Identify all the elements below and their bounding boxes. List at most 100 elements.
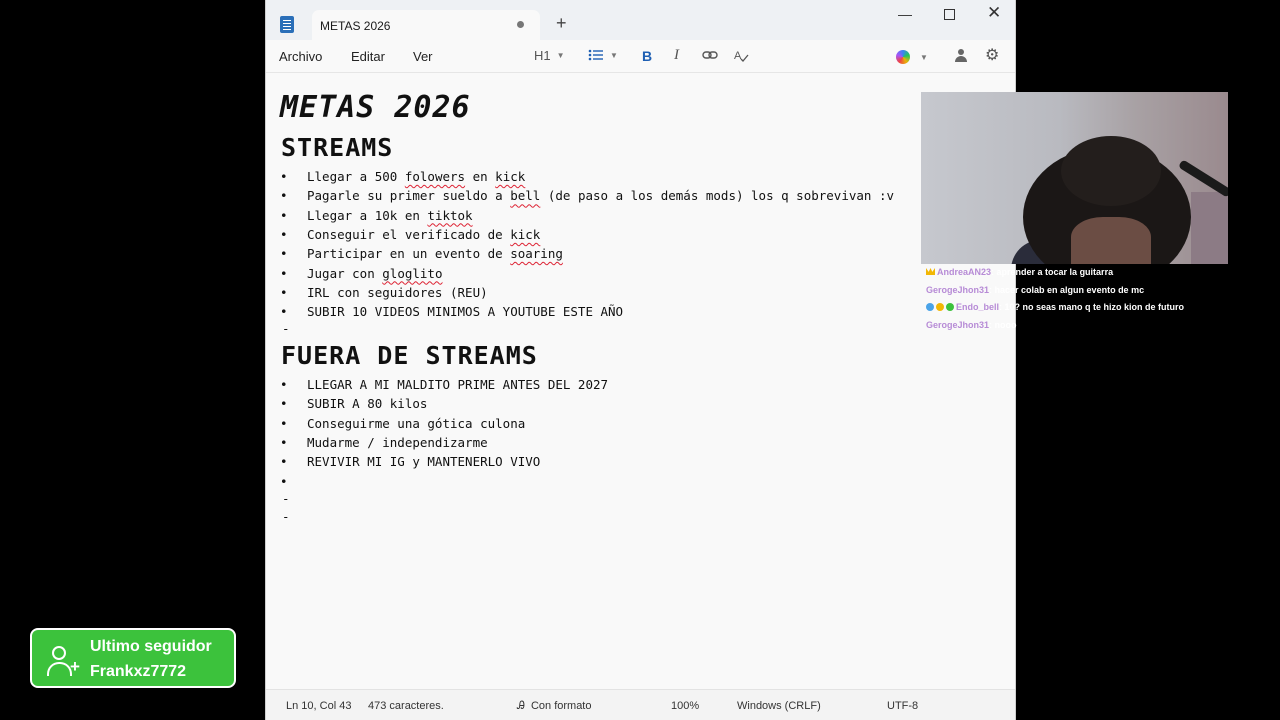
bullet-icon: • xyxy=(280,304,288,320)
fuera-list-item: • xyxy=(280,472,307,491)
bullet-icon: • xyxy=(280,265,288,281)
chat-username: Endo_bell xyxy=(956,302,1000,312)
title-bar: METAS 2026 + — ✕ xyxy=(266,0,1015,40)
chat-text: : nooo xyxy=(989,319,1017,330)
crown-badge-icon xyxy=(926,268,935,275)
section-heading-fuera: FUERA DE STREAMS xyxy=(281,341,538,370)
svg-text:A: A xyxy=(734,50,742,62)
streams-list-item: • Llegar a 10k en tiktok xyxy=(280,206,473,225)
notepad-app-icon xyxy=(280,16,294,33)
streams-list-item: • Participar en un evento de soaring xyxy=(280,244,563,263)
streams-list-item: • Llegar a 500 folowers en kick xyxy=(280,167,525,186)
list-text: SUBIR 10 VIDEOS MINIMOS A YOUTUBE ESTE A… xyxy=(307,304,624,320)
settings-gear-icon[interactable]: ⚙ xyxy=(985,45,999,65)
misspelled-word: kick xyxy=(495,169,526,184)
webcam-person-hair-top xyxy=(1061,136,1161,206)
chat-username: GerogeJhon31 xyxy=(926,319,990,330)
fuera-list-item: • LLEGAR A MI MALDITO PRIME ANTES DEL 202… xyxy=(280,375,608,394)
status-bar: Ln 10, Col 43 473 caracteres. Ꭿ Con forma… xyxy=(266,689,1015,720)
heading-dropdown[interactable]: H1 ▼ xyxy=(534,48,565,63)
misspelled-word: tiktok xyxy=(427,207,473,223)
list-text: Jugar con xyxy=(307,265,383,281)
list-text: Pagarle su primer sueldo a xyxy=(307,188,511,204)
chevron-down-icon: ▼ xyxy=(610,51,618,60)
document-tab[interactable]: METAS 2026 xyxy=(312,10,540,40)
list-text: SUBIR A 80 kilos xyxy=(307,396,428,412)
format-toggle[interactable]: Ꭿ Con formato xyxy=(517,700,591,713)
bullet-icon: • xyxy=(280,434,288,450)
streams-list-item: • Conseguir el verificado de kick xyxy=(280,225,540,244)
misspelled-word: bell xyxy=(510,188,541,204)
bullet-icon: • xyxy=(280,226,288,242)
misspelled-word: soaring xyxy=(510,246,563,262)
account-icon[interactable] xyxy=(954,49,968,63)
list-dropdown[interactable]: ▼ xyxy=(588,48,618,63)
add-user-icon: + xyxy=(46,644,80,678)
close-button[interactable]: ✕ xyxy=(987,3,1001,23)
misspelled-word: folowers xyxy=(404,169,466,184)
link-icon xyxy=(702,51,718,59)
bold-button[interactable]: B xyxy=(642,48,652,64)
link-button[interactable] xyxy=(702,48,718,65)
trailing-dash: - xyxy=(282,491,290,506)
chat-message: GerogeJhon31: nooo xyxy=(926,319,1276,331)
menu-edit[interactable]: Editar xyxy=(351,49,385,64)
streams-list-item: • Pagarle su primer sueldo a bell (de pas… xyxy=(280,186,894,205)
trailing-dash: - xyxy=(282,321,290,337)
chat-text: : 10? no seas mano q te hizo kion de fut… xyxy=(999,302,1185,312)
copilot-icon[interactable] xyxy=(896,50,910,64)
document-title: METAS 2026 xyxy=(280,90,471,125)
new-tab-button[interactable]: + xyxy=(556,14,567,32)
menu-bar: Archivo Editar Ver H1 ▼ ▼ B I A ▼ ⚙ xyxy=(266,40,1015,73)
streams-list-item: • SUBIR 10 VIDEOS MINIMOS A YOUTUBE ESTE … xyxy=(280,302,623,321)
bullet-icon: • xyxy=(280,396,288,412)
list-text: IRL con seguidores (REU) xyxy=(307,284,488,300)
minimize-button[interactable]: — xyxy=(898,6,912,22)
heading-label: H1 xyxy=(534,48,551,63)
misspelled-word: gloglito xyxy=(382,265,443,281)
italic-button[interactable]: I xyxy=(674,47,679,64)
cursor-position: Ln 10, Col 43 xyxy=(286,700,352,712)
encoding[interactable]: UTF-8 xyxy=(887,700,918,712)
notepad-window: METAS 2026 + — ✕ Archivo Editar Ver H1 ▼ … xyxy=(265,0,1016,720)
streams-list-item: • Jugar con gloglito xyxy=(280,264,442,283)
chevron-down-icon: ▼ xyxy=(920,53,928,62)
spellcheck-button[interactable]: A xyxy=(733,48,749,67)
list-text: Conseguirme una gótica culona xyxy=(307,415,526,431)
line-endings[interactable]: Windows (CRLF) xyxy=(737,700,821,712)
webcam-person-face xyxy=(1071,217,1151,264)
menu-file[interactable]: Archivo xyxy=(279,49,322,64)
bullet-icon: • xyxy=(280,415,288,431)
list-text: LLEGAR A MI MALDITO PRIME ANTES DEL 2027 xyxy=(307,377,609,392)
unsaved-dot-icon[interactable] xyxy=(517,21,524,28)
list-text: (de paso a los demás mods) los q sobrevi… xyxy=(540,188,895,204)
list-text: Participar en un evento de xyxy=(307,246,511,262)
list-text: Conseguir el verificado de xyxy=(307,226,511,242)
fuera-list-item: • Mudarme / independizarme xyxy=(280,433,488,452)
chat-message: Endo_bell: 10? no seas mano q te hizo ki… xyxy=(926,301,1276,313)
webcam-overlay xyxy=(921,92,1228,264)
zoom-level[interactable]: 100% xyxy=(671,700,699,712)
follower-title: Ultimo seguidor xyxy=(90,638,212,655)
maximize-button[interactable] xyxy=(944,9,955,20)
chevron-down-icon: ▼ xyxy=(556,51,565,60)
copilot-dropdown[interactable]: ▼ xyxy=(920,50,928,65)
bullet-icon: • xyxy=(280,169,288,184)
document-editor[interactable]: METAS 2026 STREAMS • Llegar a 500 folower… xyxy=(266,73,1015,689)
chat-username: AndreaAN23 xyxy=(937,267,992,277)
sword-badge-icon xyxy=(926,303,934,311)
bullet-icon: • xyxy=(280,284,288,300)
chat-message: GerogeJhon31: hacer colab en algun event… xyxy=(926,284,1276,296)
chat-text: : hacer colab en algun evento de mc xyxy=(989,284,1145,295)
list-text: Llegar a 10k en xyxy=(307,207,428,223)
fuera-list-item: • SUBIR A 80 kilos xyxy=(280,394,427,413)
spellcheck-icon: A xyxy=(734,50,749,62)
list-text: Mudarme / independizarme xyxy=(307,434,488,450)
fuera-list-item: • REVIVIR MI IG y MANTENERLO VIVO xyxy=(280,452,540,471)
chat-message: AndreaAN23: aprender a tocar la guitarra xyxy=(926,266,1276,278)
bullet-icon: • xyxy=(280,246,288,262)
list-text: REVIVIR MI IG y MANTENERLO VIVO xyxy=(307,454,541,470)
menu-view[interactable]: Ver xyxy=(413,49,433,64)
badge-icon xyxy=(936,303,944,311)
bullet-icon: • xyxy=(280,207,288,223)
